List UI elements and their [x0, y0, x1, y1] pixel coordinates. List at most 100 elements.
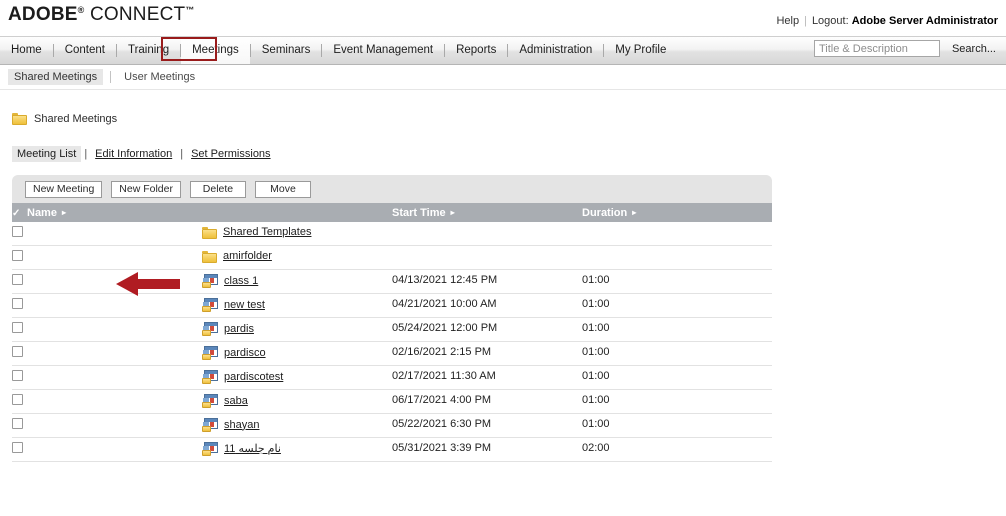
row-name-link[interactable]: pardiscotest: [224, 371, 283, 384]
row-checkbox[interactable]: [12, 274, 23, 285]
table-header-row: ✓ Name ▸ Start Time ▸ Duration ▸: [12, 203, 772, 222]
sort-arrow-icon: ▸: [61, 207, 66, 217]
column-header-start-time-label: Start Time: [392, 206, 446, 219]
row-name-cell: Shared Templates: [202, 222, 392, 246]
meeting-icon: [202, 322, 218, 336]
column-header-duration[interactable]: Duration ▸: [582, 203, 772, 222]
nav-item-event-management[interactable]: Event Management: [322, 37, 444, 64]
row-checkbox-cell: [12, 365, 202, 390]
column-header-duration-label: Duration: [582, 206, 628, 219]
row-name-link[interactable]: new test: [224, 299, 265, 312]
nav-item-seminars[interactable]: Seminars: [251, 37, 322, 64]
row-duration: 01:00: [582, 365, 772, 390]
row-checkbox[interactable]: [12, 418, 23, 429]
table-row: pardis 05/24/2021 12:00 PM 01:00: [12, 317, 772, 342]
row-checkbox[interactable]: [12, 226, 23, 237]
delete-button[interactable]: Delete: [189, 180, 246, 198]
row-checkbox[interactable]: [12, 250, 23, 261]
meeting-icon: [202, 346, 218, 360]
meetings-table: ✓ Name ▸ Start Time ▸ Duration ▸ Shared Temp…: [12, 203, 772, 462]
folder-icon: [12, 113, 27, 125]
row-checkbox[interactable]: [12, 298, 23, 309]
search-button[interactable]: Search...: [948, 43, 1000, 55]
row-checkbox-cell: [12, 317, 202, 342]
row-checkbox[interactable]: [12, 370, 23, 381]
column-header-name[interactable]: ✓ Name ▸: [12, 203, 392, 222]
subnav-item-user-meetings[interactable]: User Meetings: [118, 69, 201, 85]
row-duration: 01:00: [582, 389, 772, 414]
row-checkbox-cell: [12, 222, 202, 246]
row-start-time: [392, 245, 582, 270]
row-checkbox[interactable]: [12, 394, 23, 405]
row-name-cell: نام جلسه 11: [202, 437, 392, 462]
subnav-divider: [110, 71, 112, 83]
row-duration: 02:00: [582, 437, 772, 462]
row-start-time: 02/16/2021 2:15 PM: [392, 341, 582, 366]
nav-item-content[interactable]: Content: [54, 37, 116, 64]
row-name-cell: pardis: [202, 317, 392, 342]
row-duration: 01:00: [582, 293, 772, 318]
row-checkbox-cell: [12, 389, 202, 414]
section-tabs: Meeting List | Edit Information | Set Pe…: [12, 146, 1006, 162]
nav-item-my-profile[interactable]: My Profile: [604, 37, 677, 64]
folder-icon: [202, 250, 217, 263]
folder-icon: [202, 226, 217, 239]
table-row: amirfolder: [12, 245, 772, 270]
move-button[interactable]: Move: [254, 180, 311, 198]
table-header: ✓ Name ▸ Start Time ▸ Duration ▸: [12, 203, 772, 222]
row-name-link[interactable]: Shared Templates: [223, 226, 311, 239]
row-start-time: [392, 222, 582, 246]
row-name-link[interactable]: amirfolder: [223, 250, 272, 263]
tab-edit-information[interactable]: Edit Information: [90, 146, 177, 162]
table-row: new test 04/21/2021 10:00 AM 01:00: [12, 293, 772, 318]
row-start-time: 04/21/2021 10:00 AM: [392, 293, 582, 318]
row-name-cell: new test: [202, 293, 392, 318]
tab-meeting-list[interactable]: Meeting List: [12, 146, 82, 162]
search-area: Search...: [813, 40, 1000, 57]
meeting-icon: [202, 394, 218, 408]
column-header-start-time[interactable]: Start Time ▸: [392, 203, 582, 222]
row-start-time: 05/24/2021 12:00 PM: [392, 317, 582, 342]
annotation-arrow-class-1: [116, 272, 180, 296]
row-checkbox[interactable]: [12, 322, 23, 333]
row-name-cell: pardisco: [202, 341, 392, 366]
meeting-icon: [202, 298, 218, 312]
row-checkbox-cell: [12, 293, 202, 318]
search-input[interactable]: [813, 40, 940, 57]
row-name-cell: saba: [202, 389, 392, 414]
new-meeting-button[interactable]: New Meeting: [25, 180, 103, 198]
current-user-name: Adobe Server Administrator: [851, 15, 998, 27]
table-row: saba 06/17/2021 4:00 PM 01:00: [12, 389, 772, 414]
help-link[interactable]: Help: [776, 15, 799, 27]
row-name-link[interactable]: shayan: [224, 419, 259, 432]
row-duration: 01:00: [582, 269, 772, 294]
tab-separator: |: [180, 148, 184, 160]
nav-item-administration[interactable]: Administration: [508, 37, 603, 64]
logout-label[interactable]: Logout:: [812, 15, 849, 27]
logo-adobe: ADOBE: [8, 4, 78, 25]
row-checkbox[interactable]: [12, 442, 23, 453]
select-all-check-icon[interactable]: ✓: [12, 208, 22, 219]
subnav-item-shared-meetings[interactable]: Shared Meetings: [8, 69, 104, 85]
row-start-time: 06/17/2021 4:00 PM: [392, 389, 582, 414]
row-checkbox-cell: [12, 413, 202, 438]
table-row: pardiscotest 02/17/2021 11:30 AM 01:00: [12, 365, 772, 390]
logo-trademark-mark: ™: [185, 5, 195, 15]
row-start-time: 05/22/2021 6:30 PM: [392, 413, 582, 438]
nav-item-home[interactable]: Home: [0, 37, 53, 64]
row-name-link[interactable]: class 1: [224, 275, 258, 288]
row-name-link[interactable]: pardisco: [224, 347, 266, 360]
row-name-cell: shayan: [202, 413, 392, 438]
row-name-link[interactable]: نام جلسه 11: [224, 443, 281, 456]
row-name-link[interactable]: pardis: [224, 323, 254, 336]
nav-item-reports[interactable]: Reports: [445, 37, 507, 64]
row-name-link[interactable]: saba: [224, 395, 248, 408]
breadcrumb-label: Shared Meetings: [34, 113, 118, 125]
row-duration: 01:00: [582, 317, 772, 342]
row-checkbox[interactable]: [12, 346, 23, 357]
tab-set-permissions[interactable]: Set Permissions: [186, 146, 275, 162]
new-folder-button[interactable]: New Folder: [111, 180, 181, 198]
top-right-links: Help | Logout: Adobe Server Administrator: [776, 15, 998, 27]
row-start-time: 04/13/2021 12:45 PM: [392, 269, 582, 294]
row-checkbox-cell: [12, 245, 202, 270]
